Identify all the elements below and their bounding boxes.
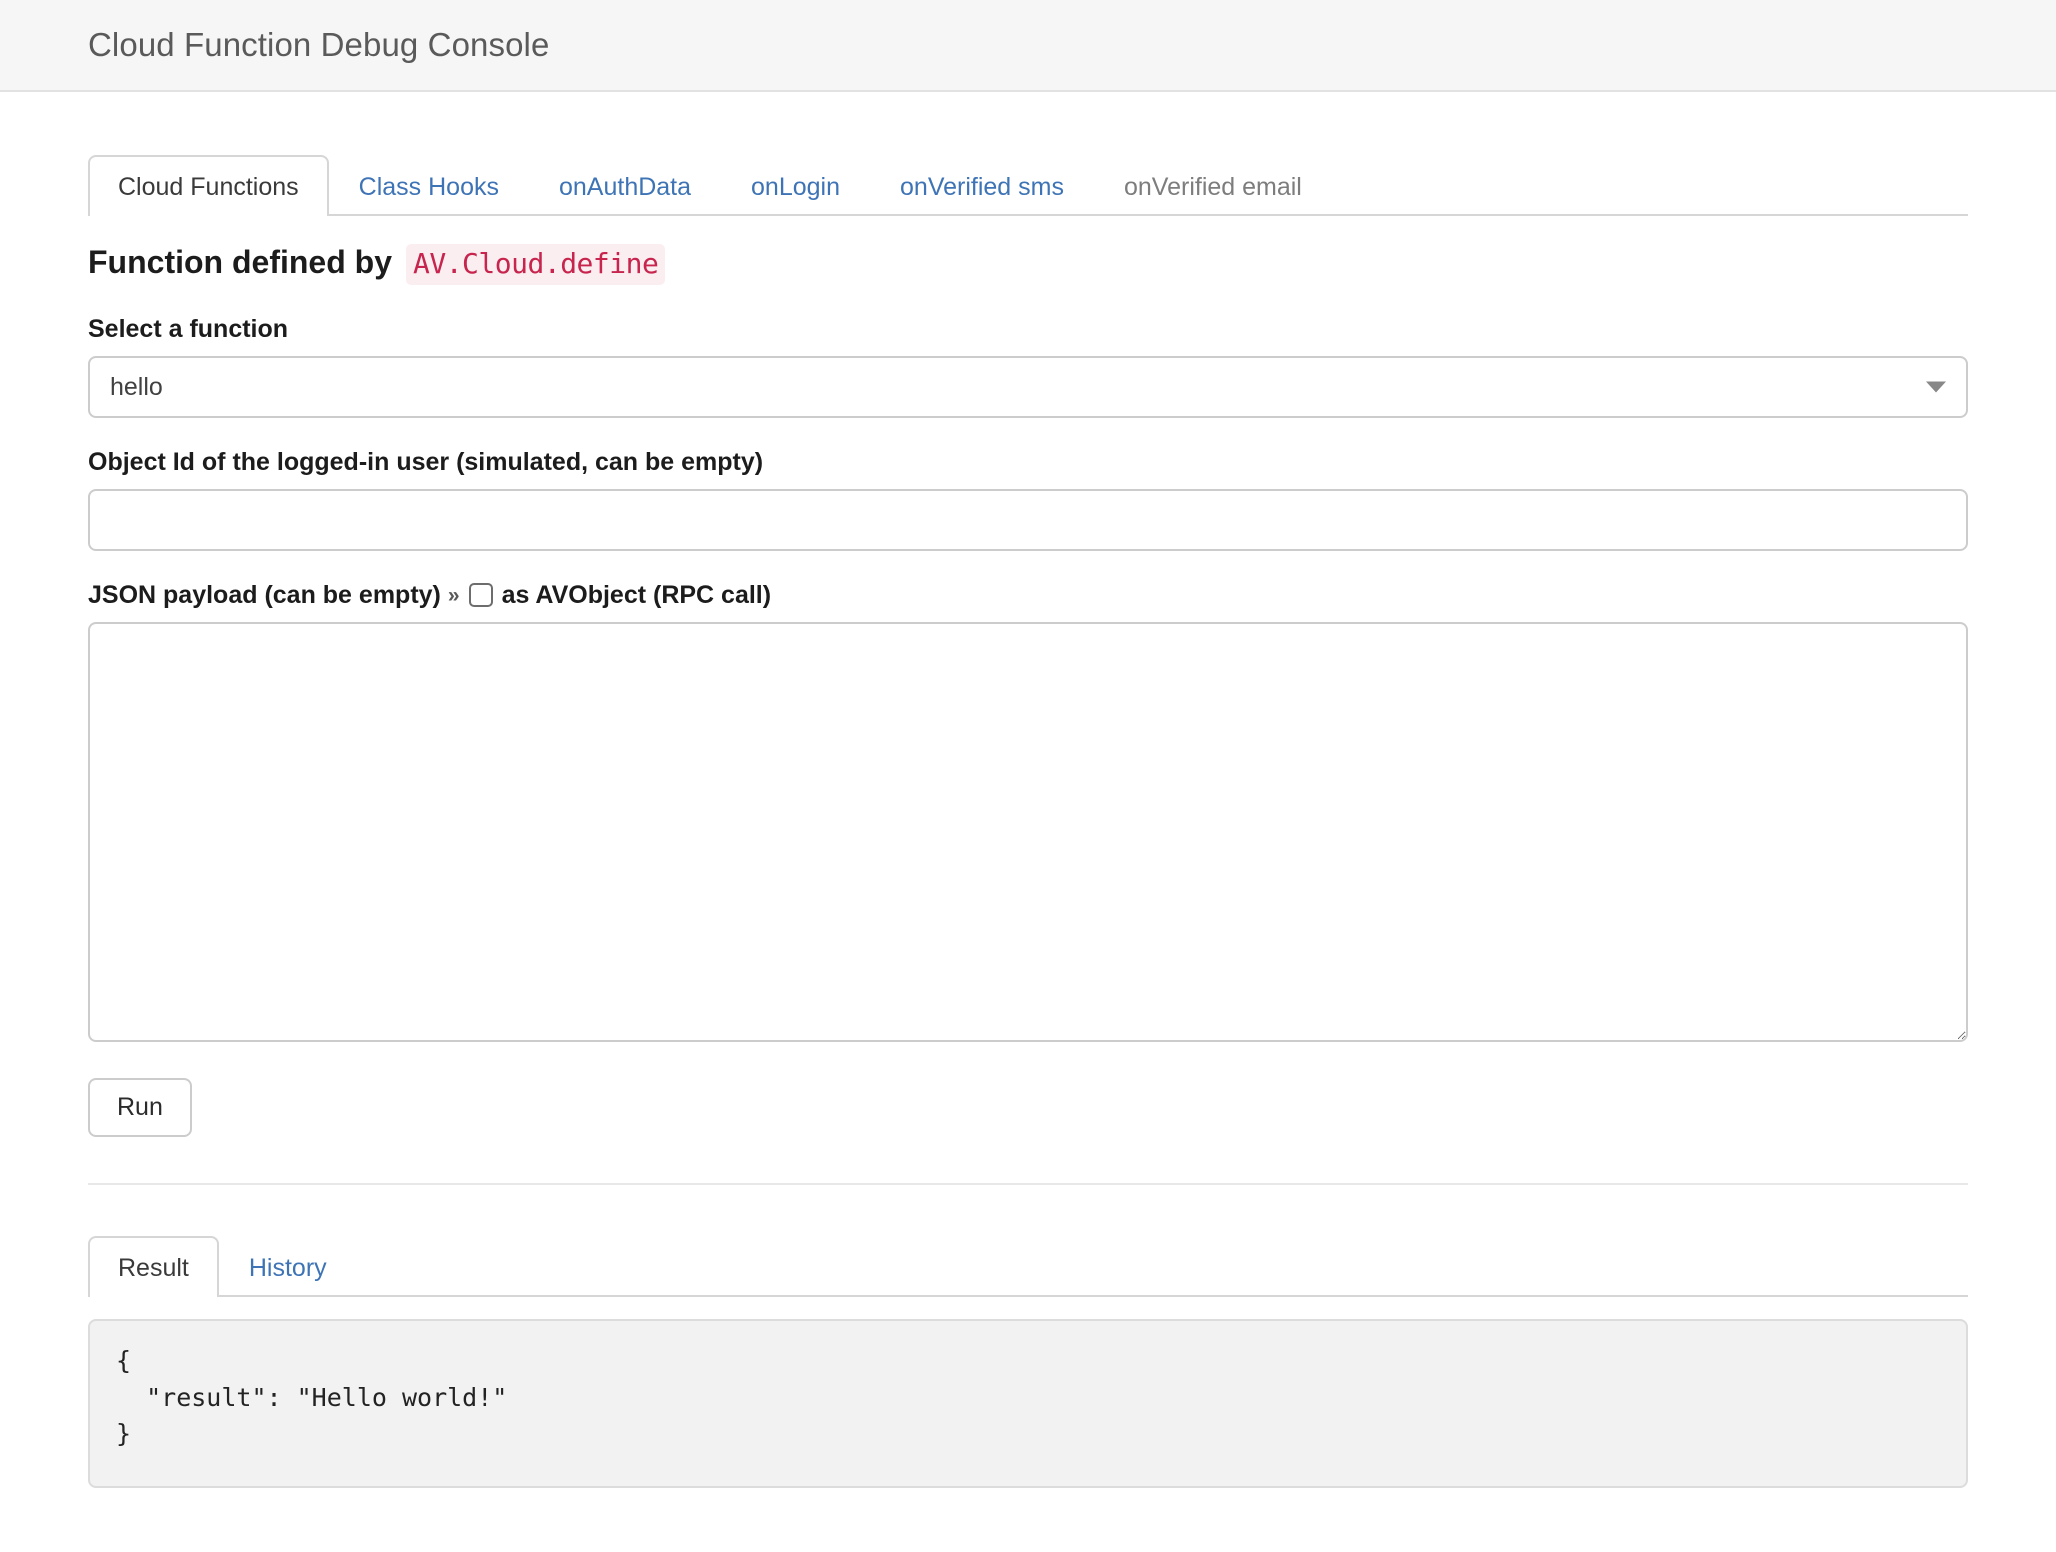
object-id-input[interactable] (88, 489, 1968, 551)
tab-onauthdata[interactable]: onAuthData (529, 155, 721, 216)
function-select[interactable]: hello (88, 356, 1968, 418)
as-avobject-label: as AVObject (RPC call) (502, 581, 772, 610)
tab-result: Result (88, 1236, 219, 1297)
section-heading: Function defined by AV.Cloud.define (88, 244, 1968, 285)
tab-cloud-functions: Cloud Functions (88, 155, 329, 216)
tab-onverified-email: onVerified email (1094, 155, 1332, 216)
json-payload-label: JSON payload (can be empty) » as AVObjec… (88, 581, 1968, 610)
section-heading-text: Function defined by (88, 244, 392, 281)
app-header: Cloud Function Debug Console (0, 0, 2056, 92)
section-divider (88, 1183, 1968, 1185)
result-tab-strip: ResultHistory (88, 1229, 1968, 1297)
tab-history[interactable]: History (219, 1236, 357, 1297)
result-output: { "result": "Hello world!" } (88, 1319, 1968, 1488)
main-tab-strip: Cloud FunctionsClass HooksonAuthDataonLo… (88, 148, 1968, 216)
json-payload-textarea[interactable] (88, 622, 1968, 1042)
page-title: Cloud Function Debug Console (88, 26, 549, 64)
function-select-wrapper: hello (88, 356, 1968, 418)
tab-class-hooks[interactable]: Class Hooks (329, 155, 529, 216)
json-payload-label-text: JSON payload (can be empty) (88, 581, 441, 610)
select-function-label: Select a function (88, 315, 1968, 344)
as-avobject-checkbox[interactable] (469, 583, 493, 607)
object-id-label: Object Id of the logged-in user (simulat… (88, 448, 1968, 477)
page-body: Cloud FunctionsClass HooksonAuthDataonLo… (0, 148, 2056, 1488)
tab-onverified-sms[interactable]: onVerified sms (870, 155, 1094, 216)
tab-onlogin[interactable]: onLogin (721, 155, 870, 216)
guillemet-separator: » (448, 584, 460, 608)
cloud-define-code-badge: AV.Cloud.define (406, 244, 665, 285)
run-button[interactable]: Run (88, 1078, 192, 1137)
